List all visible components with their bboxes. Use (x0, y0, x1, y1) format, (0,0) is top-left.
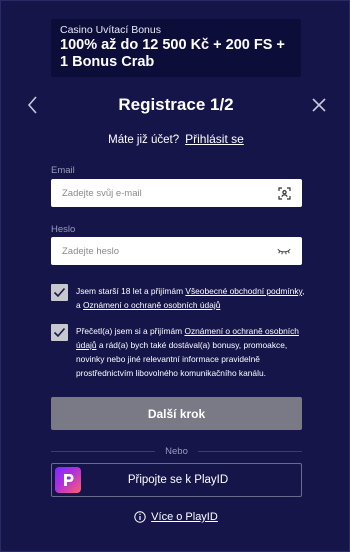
password-field-container (51, 237, 302, 265)
checkmark-icon (53, 287, 66, 298)
or-label: Nebo (165, 445, 188, 457)
email-field-container (51, 179, 302, 207)
scan-face-icon[interactable] (277, 186, 291, 200)
login-prompt: Máte již účet? Přihlásit se (1, 132, 350, 146)
privacy-link[interactable]: Oznámení o ochraně osobních údajů (83, 300, 220, 310)
divider-line (51, 450, 156, 452)
more-about-playid: Více o PlayID (1, 511, 350, 523)
playid-button[interactable]: Připojte se k PlayID (51, 463, 302, 497)
next-step-button[interactable]: Další krok (51, 397, 302, 430)
terms-link[interactable]: Všeobecné obchodní podmínky (185, 286, 302, 296)
promo-title: 100% až do 12 500 Kč + 200 FS + 1 Bonus … (60, 37, 285, 70)
marketing-text-part: Přečetl(a) jsem si a přijímám (76, 326, 185, 336)
promo-banner: Casino Uvítací Bonus 100% až do 12 500 K… (51, 19, 301, 77)
divider-line (197, 450, 302, 452)
info-icon (134, 511, 146, 523)
consent-marketing: Přečetl(a) jsem si a přijímám Oznámení o… (51, 324, 306, 380)
marketing-text-part: a rád(a) bych také dostával(a) bonusy, p… (76, 340, 288, 378)
login-link[interactable]: Přihlásit se (185, 132, 244, 146)
promo-subtitle: Casino Uvítací Bonus (60, 24, 161, 36)
password-field[interactable] (62, 245, 277, 257)
marketing-checkbox[interactable] (51, 324, 68, 341)
terms-checkbox[interactable] (51, 284, 68, 301)
close-icon[interactable] (311, 97, 327, 113)
marketing-text: Přečetl(a) jsem si a přijímám Oznámení o… (76, 324, 306, 380)
password-label: Heslo (51, 224, 76, 235)
email-field[interactable] (62, 187, 277, 199)
eye-closed-icon[interactable] (277, 244, 291, 258)
terms-text: Jsem starší 18 let a přijímám Všeobecné … (76, 284, 306, 312)
checkmark-icon (53, 327, 66, 338)
playid-logo-icon (55, 467, 81, 493)
registration-modal: Casino Uvítací Bonus 100% až do 12 500 K… (0, 0, 350, 552)
email-label: Email (51, 165, 75, 176)
terms-text-part: Jsem starší 18 let a přijímám (76, 286, 186, 296)
login-question: Máte již účet? (108, 134, 180, 146)
or-divider: Nebo (51, 445, 302, 457)
playid-label: Připojte se k PlayID (127, 474, 229, 486)
consent-terms: Jsem starší 18 let a přijímám Všeobecné … (51, 284, 306, 312)
more-playid-link[interactable]: Více o PlayID (151, 511, 218, 523)
page-title: Registrace 1/2 (118, 95, 234, 114)
